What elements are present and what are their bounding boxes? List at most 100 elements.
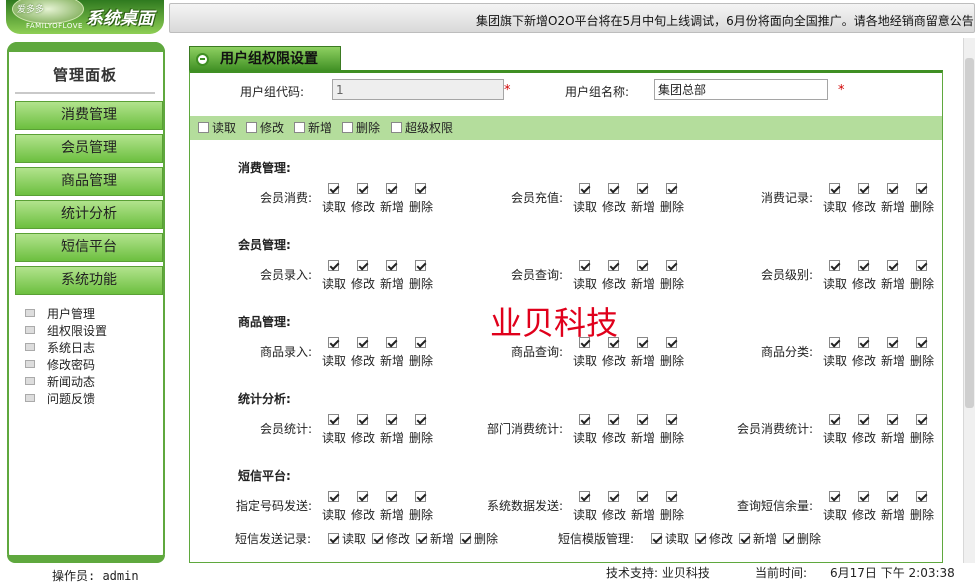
sidebar-menu-item[interactable]: 系统功能 bbox=[15, 266, 163, 295]
permission-checkbox[interactable] bbox=[415, 491, 426, 502]
permission-checkbox[interactable] bbox=[386, 260, 397, 271]
permission-checkbox[interactable] bbox=[415, 337, 426, 348]
permission-checkbox[interactable] bbox=[858, 491, 869, 502]
permission-label: 删除 bbox=[797, 532, 822, 546]
permission-checkbox[interactable] bbox=[887, 414, 898, 425]
permission-checkbox[interactable] bbox=[328, 260, 339, 271]
permission-checkbox[interactable] bbox=[858, 183, 869, 194]
permission-checkbox[interactable] bbox=[739, 533, 751, 544]
permission-checkbox[interactable] bbox=[637, 337, 648, 348]
sidebar-subitem[interactable]: 修改密码 bbox=[25, 357, 95, 374]
sidebar-menu-item[interactable]: 消费管理 bbox=[15, 101, 163, 130]
permission-checkbox[interactable] bbox=[415, 260, 426, 271]
permission-checkbox[interactable] bbox=[579, 260, 590, 271]
permission-checkbox[interactable] bbox=[608, 414, 619, 425]
permission-checkbox[interactable] bbox=[829, 491, 840, 502]
global-perm-checkbox[interactable]: 新增 bbox=[294, 120, 332, 136]
permission-checkbox[interactable] bbox=[829, 260, 840, 271]
permission-checkbox[interactable] bbox=[415, 183, 426, 194]
group-code-input[interactable] bbox=[332, 79, 504, 100]
permission-checkbox[interactable] bbox=[829, 183, 840, 194]
permission-checkbox[interactable] bbox=[357, 260, 368, 271]
permission-checkbox[interactable] bbox=[666, 260, 677, 271]
permission-checkbox[interactable] bbox=[666, 183, 677, 194]
permission-checkbox[interactable] bbox=[328, 183, 339, 194]
permission-checkbox[interactable] bbox=[579, 183, 590, 194]
permission-checkbox[interactable] bbox=[637, 414, 648, 425]
permission-checkbox[interactable] bbox=[416, 533, 428, 544]
permission-checkbox[interactable] bbox=[386, 183, 397, 194]
sidebar-subitem[interactable]: 用户管理 bbox=[25, 306, 95, 323]
permission-checkbox[interactable] bbox=[829, 337, 840, 348]
permission-checkbox[interactable] bbox=[695, 533, 707, 544]
permission-checkbox[interactable] bbox=[357, 183, 368, 194]
checkbox-icon[interactable] bbox=[246, 122, 257, 133]
permission-checkbox[interactable] bbox=[328, 337, 339, 348]
permission-checkbox[interactable] bbox=[887, 491, 898, 502]
sidebar-menu-item[interactable]: 商品管理 bbox=[15, 167, 163, 196]
global-perm-checkbox[interactable]: 超级权限 bbox=[391, 120, 453, 136]
permission-checkbox[interactable] bbox=[357, 491, 368, 502]
permission-checkbox[interactable] bbox=[460, 533, 472, 544]
permission-checkbox[interactable] bbox=[357, 414, 368, 425]
collapse-icon[interactable] bbox=[196, 53, 209, 66]
permission-checkbox[interactable] bbox=[328, 491, 339, 502]
sidebar-subitem[interactable]: 新闻动态 bbox=[25, 374, 95, 391]
checkbox-icon[interactable] bbox=[342, 122, 353, 133]
permission-label: 读取 bbox=[322, 508, 347, 522]
permission-checkbox[interactable] bbox=[328, 533, 339, 544]
checkbox-icon[interactable] bbox=[391, 122, 402, 133]
permission-checkbox[interactable] bbox=[357, 337, 368, 348]
sidebar-menu-item[interactable]: 会员管理 bbox=[15, 134, 163, 163]
permission-checkbox[interactable] bbox=[829, 414, 840, 425]
sidebar-subitem[interactable]: 组权限设置 bbox=[25, 323, 107, 340]
permission-checkbox[interactable] bbox=[328, 414, 339, 425]
permission-checkbox[interactable] bbox=[666, 337, 677, 348]
permission-checkbox[interactable] bbox=[858, 337, 869, 348]
permission-checkbox[interactable] bbox=[579, 491, 590, 502]
permission-checkbox[interactable] bbox=[579, 414, 590, 425]
sidebar-title: 管理面板 bbox=[15, 58, 155, 94]
tab-group-permissions[interactable]: 用户组权限设置 bbox=[189, 46, 341, 71]
permission-checkbox[interactable] bbox=[916, 337, 927, 348]
permission-checkbox[interactable] bbox=[372, 533, 384, 544]
vertical-scrollbar[interactable] bbox=[963, 38, 975, 563]
sidebar-subitem[interactable]: 问题反馈 bbox=[25, 391, 95, 408]
permission-checkbox[interactable] bbox=[666, 414, 677, 425]
permission-checkbox[interactable] bbox=[858, 414, 869, 425]
permission-label: 新增 bbox=[380, 431, 405, 445]
permission-checkbox[interactable] bbox=[386, 414, 397, 425]
app-logo[interactable]: 爱多多 FAMILYOFLOVE 系统桌面 bbox=[6, 0, 164, 34]
permission-checkbox[interactable] bbox=[608, 491, 619, 502]
sidebar-menu-item[interactable]: 短信平台 bbox=[15, 233, 163, 262]
permission-checkbox[interactable] bbox=[608, 260, 619, 271]
permission-checkbox[interactable] bbox=[783, 533, 795, 544]
sidebar-bottom-bar bbox=[7, 555, 165, 563]
checkbox-icon[interactable] bbox=[294, 122, 305, 133]
permission-checkbox[interactable] bbox=[666, 491, 677, 502]
permission-checkbox[interactable] bbox=[608, 183, 619, 194]
permission-checkbox[interactable] bbox=[887, 337, 898, 348]
permission-checkbox[interactable] bbox=[386, 491, 397, 502]
permission-checkbox[interactable] bbox=[858, 260, 869, 271]
permission-checkbox[interactable] bbox=[916, 414, 927, 425]
sidebar-menu-item[interactable]: 统计分析 bbox=[15, 200, 163, 229]
permission-checkbox[interactable] bbox=[887, 183, 898, 194]
permission-checkbox[interactable] bbox=[887, 260, 898, 271]
permission-checkbox[interactable] bbox=[637, 183, 648, 194]
permission-checkbox[interactable] bbox=[916, 491, 927, 502]
global-perm-checkbox[interactable]: 修改 bbox=[246, 120, 284, 136]
global-perm-checkbox[interactable]: 删除 bbox=[342, 120, 380, 136]
permission-checkbox[interactable] bbox=[651, 533, 662, 544]
permission-checkbox[interactable] bbox=[415, 414, 426, 425]
permission-checkbox[interactable] bbox=[386, 337, 397, 348]
scrollbar-thumb[interactable] bbox=[965, 58, 974, 408]
group-name-input[interactable] bbox=[654, 79, 828, 100]
checkbox-icon[interactable] bbox=[198, 122, 209, 133]
permission-checkbox[interactable] bbox=[637, 491, 648, 502]
sidebar-subitem[interactable]: 系统日志 bbox=[25, 340, 95, 357]
permission-checkbox[interactable] bbox=[637, 260, 648, 271]
permission-checkbox[interactable] bbox=[916, 183, 927, 194]
global-perm-checkbox[interactable]: 读取 bbox=[198, 120, 236, 136]
permission-checkbox[interactable] bbox=[916, 260, 927, 271]
